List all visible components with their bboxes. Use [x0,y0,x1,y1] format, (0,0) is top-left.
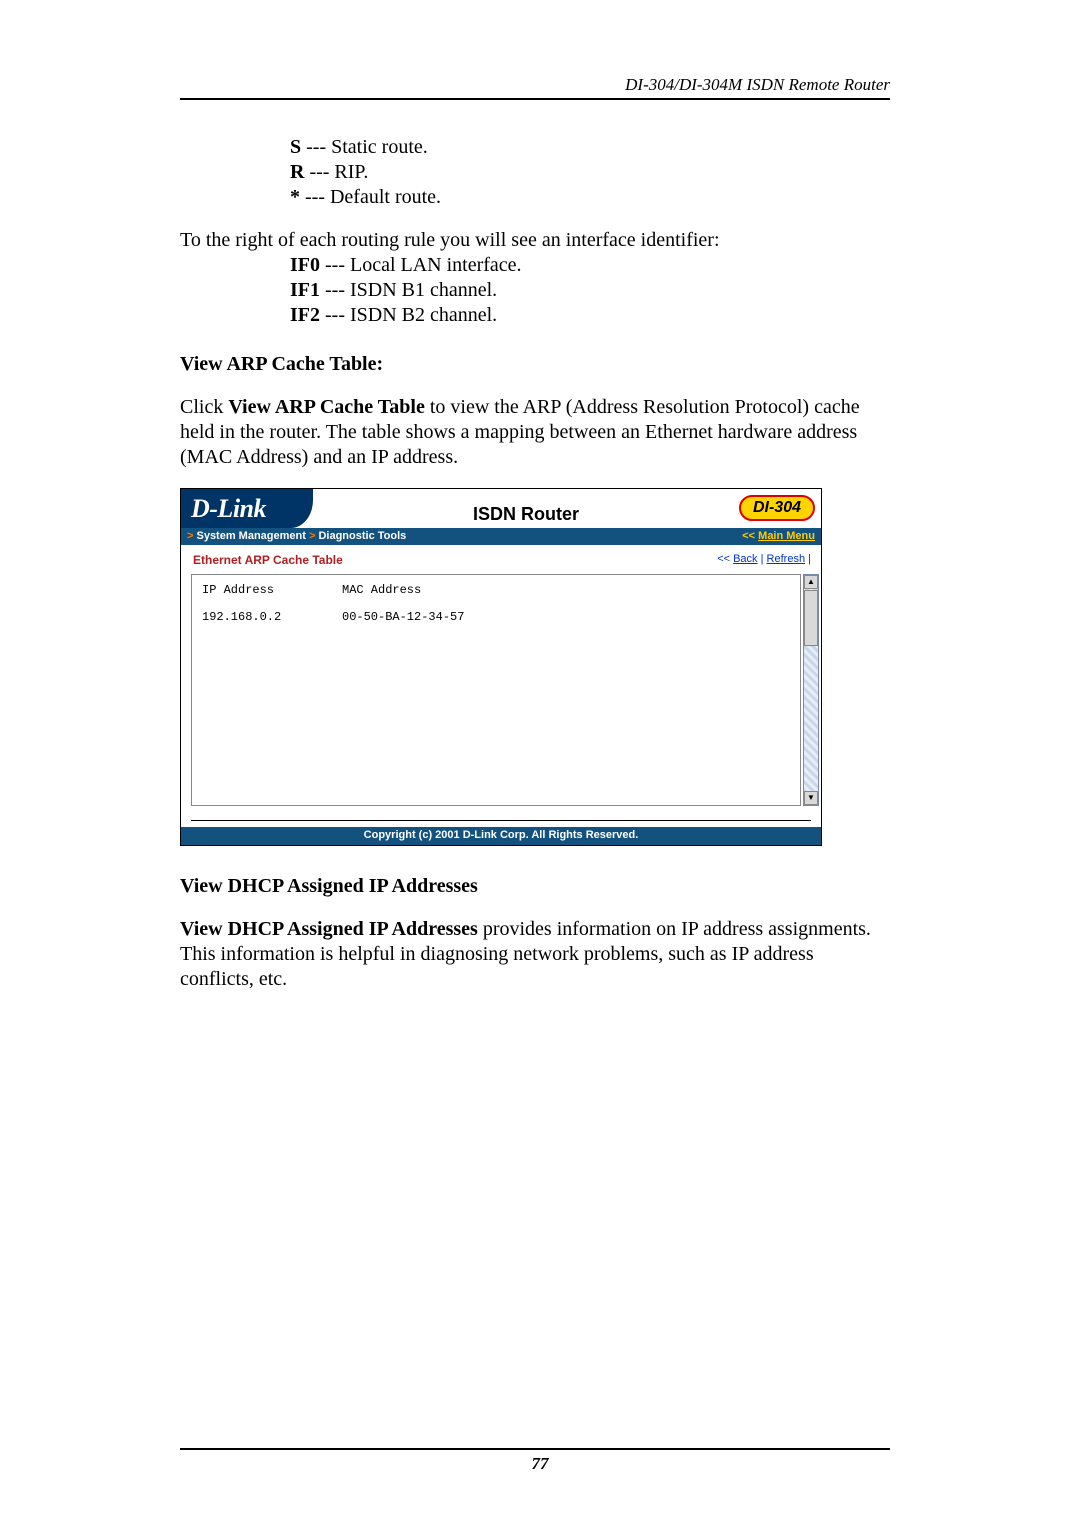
router-copyright: Copyright (c) 2001 D-Link Corp. All Righ… [181,827,821,845]
legend-star-text: --- Default route. [300,186,441,208]
dhcp-heading: View DHCP Assigned IP Addresses [180,874,890,899]
refresh-link[interactable]: Refresh [767,553,806,565]
running-header: DI-304/DI-304M ISDN Remote Router [625,75,890,95]
breadcrumb-path: > System Management > Diagnostic Tools [187,530,406,544]
legend-star: * --- Default route. [290,185,890,210]
col-mac-header: MAC Address [342,583,790,598]
legend-s-text: --- Static route. [301,136,428,158]
arp-p-prefix: Click [180,396,228,418]
cell-ip: 192.168.0.2 [202,610,342,625]
scroll-thumb[interactable] [804,590,818,646]
table-header-row: IP Address MAC Address [202,583,790,598]
router-divider [191,820,811,821]
col-ip-header: IP Address [202,583,342,598]
legend-r-key: R [290,161,304,183]
dhcp-paragraph: View DHCP Assigned IP Addresses provides… [180,917,890,992]
back-prefix: << [717,553,733,565]
scroll-up-button[interactable]: ▲ [804,575,818,589]
section-links: << Back | Refresh | [717,553,811,568]
chevron-icon: > [306,530,319,542]
router-header: D-Link ISDN Router DI-304 [181,489,821,528]
router-subheader: Ethernet ARP Cache Table << Back | Refre… [181,545,821,574]
router-screenshot: D-Link ISDN Router DI-304 > System Manag… [180,488,822,846]
page-number: 77 [0,1454,1080,1474]
arp-heading: View ARP Cache Table: [180,352,890,377]
breadcrumb-1: System Management [196,530,305,542]
iface-if2-key: IF2 [290,304,320,326]
iface-if1-text: --- ISDN B1 channel. [320,279,497,301]
page-content: S --- Static route. R --- RIP. * --- Def… [180,135,890,992]
main-menu-link-wrap: << Main Menu [742,530,815,544]
model-badge: DI-304 [739,495,815,521]
footer-rule [180,1448,890,1450]
iface-if1: IF1 --- ISDN B1 channel. [290,278,890,303]
header-rule [180,98,890,100]
arp-p-bold: View ARP Cache Table [228,396,425,418]
arp-table: IP Address MAC Address 192.168.0.2 00-50… [191,574,801,806]
iface-if0: IF0 --- Local LAN interface. [290,253,890,278]
link-sep: | [758,553,767,565]
router-table-area: IP Address MAC Address 192.168.0.2 00-50… [181,574,821,806]
iface-if2: IF2 --- ISDN B2 channel. [290,303,890,328]
scroll-down-button[interactable]: ▼ [804,791,818,805]
legend-s: S --- Static route. [290,135,890,160]
iface-if2-text: --- ISDN B2 channel. [320,304,497,326]
legend-r: R --- RIP. [290,160,890,185]
intro-interface: To the right of each routing rule you wi… [180,228,890,253]
dhcp-p-bold: View DHCP Assigned IP Addresses [180,918,478,940]
scrollbar[interactable]: ▲ ▼ [803,574,819,806]
bc-right-prefix: << [742,530,758,542]
arp-paragraph: Click View ARP Cache Table to view the A… [180,395,890,470]
legend-r-text: --- RIP. [304,161,368,183]
breadcrumb-2: Diagnostic Tools [318,530,406,542]
link-trail: | [805,553,811,565]
router-title: ISDN Router [313,489,739,528]
main-menu-link[interactable]: Main Menu [758,530,815,542]
dlink-logo: D-Link [181,489,313,528]
router-badge-wrap: DI-304 [739,489,821,528]
router-breadcrumb: > System Management > Diagnostic Tools <… [181,528,821,546]
section-title: Ethernet ARP Cache Table [193,553,343,568]
back-link[interactable]: Back [733,553,757,565]
iface-if1-key: IF1 [290,279,320,301]
iface-if0-text: --- Local LAN interface. [320,254,522,276]
legend-star-key: * [290,186,300,208]
iface-if0-key: IF0 [290,254,320,276]
table-row: 192.168.0.2 00-50-BA-12-34-57 [202,610,790,625]
legend-s-key: S [290,136,301,158]
cell-mac: 00-50-BA-12-34-57 [342,610,790,625]
